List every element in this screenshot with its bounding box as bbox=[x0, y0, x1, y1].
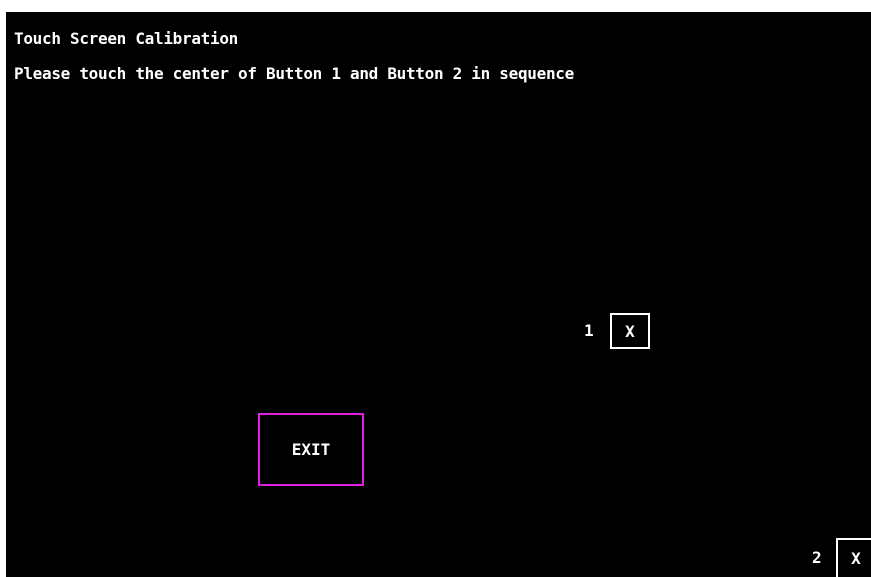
calibration-instruction: Please touch the center of Button 1 and … bbox=[14, 64, 574, 83]
exit-button-label: EXIT bbox=[291, 440, 331, 459]
calibration-target-2-button[interactable]: X bbox=[836, 538, 871, 577]
exit-button[interactable]: EXIT bbox=[258, 413, 364, 486]
target-1-label: 1 bbox=[584, 321, 594, 340]
target-1-x-mark: X bbox=[625, 321, 635, 341]
calibration-screen: Touch Screen Calibration Please touch th… bbox=[6, 12, 871, 577]
target-2-label: 2 bbox=[812, 548, 822, 567]
page-title: Touch Screen Calibration bbox=[14, 29, 238, 48]
calibration-target-1-button[interactable]: X bbox=[610, 313, 650, 349]
target-2-x-mark: X bbox=[851, 549, 861, 568]
